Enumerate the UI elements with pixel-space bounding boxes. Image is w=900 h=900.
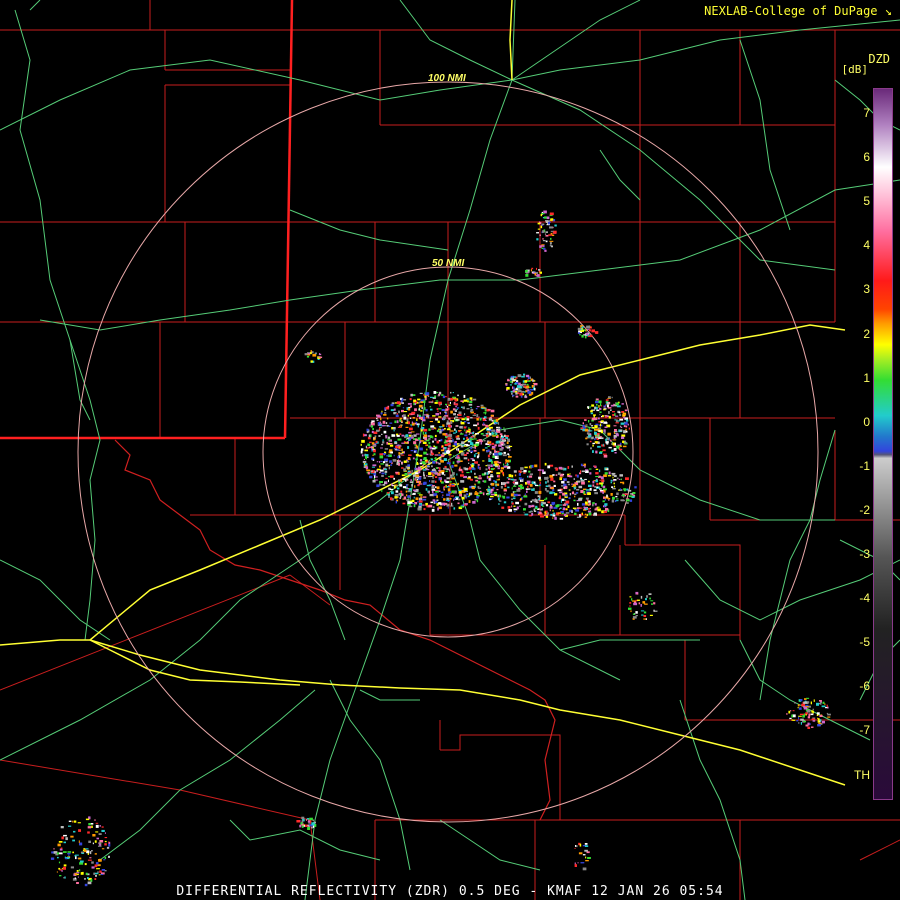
colorbar (873, 88, 893, 800)
interstates (0, 0, 846, 786)
radar-site-marker (446, 450, 450, 454)
returns-west (304, 350, 323, 363)
range-ring-label-50: 50 NMI (432, 258, 465, 269)
returns-far-east (786, 697, 831, 729)
returns-southeast (486, 462, 637, 520)
colorbar-tick-0: 7 (863, 106, 870, 120)
returns-north-2 (525, 267, 542, 277)
returns-south-2 (574, 842, 591, 871)
radar-viewer: 100 NMI 50 NMI NEXLAB-College of DuPage … (0, 0, 900, 900)
colorbar-unit: [dB] (841, 63, 869, 76)
colorbar-tick-9: -2 (859, 502, 870, 517)
state-line (0, 0, 294, 440)
returns-southwest (50, 816, 111, 887)
colorbar-tick-1: 6 (863, 150, 870, 165)
colorbar-tick-10: -3 (859, 547, 870, 561)
colorbar-tick-7: 0 (863, 414, 870, 429)
colorbar-tick-14: -7 (859, 723, 870, 738)
colorbar-tick-8: -1 (859, 458, 870, 473)
colorbar-tick-11: -4 (859, 591, 870, 606)
colorbar-tick-6: 1 (863, 370, 870, 385)
returns-northeast (505, 373, 538, 399)
colorbar-tick-3: 4 (863, 238, 870, 253)
colorbar-tick-2: 5 (863, 194, 870, 209)
colorbar-tick-13: -6 (859, 679, 870, 694)
returns-south-east (628, 591, 658, 620)
returns-north (536, 210, 557, 252)
credit-text: NEXLAB-College of DuPage ↘ (704, 4, 892, 18)
colorbar-product-code: DZD (868, 52, 890, 66)
external-link-icon[interactable]: ↘ (885, 4, 892, 18)
colorbar-tick-4: 3 (863, 282, 870, 297)
colorbar-tick-15: TH (854, 767, 870, 782)
colorbar-tick-5: 2 (863, 326, 870, 341)
range-ring-label-100: 100 NMI (428, 73, 466, 84)
radar-map[interactable] (0, 0, 900, 900)
credit-label: NEXLAB-College of DuPage (704, 4, 878, 18)
product-caption: DIFFERENTIAL REFLECTIVITY (ZDR) 0.5 DEG … (176, 884, 724, 899)
colorbar-tick-12: -5 (859, 635, 870, 650)
